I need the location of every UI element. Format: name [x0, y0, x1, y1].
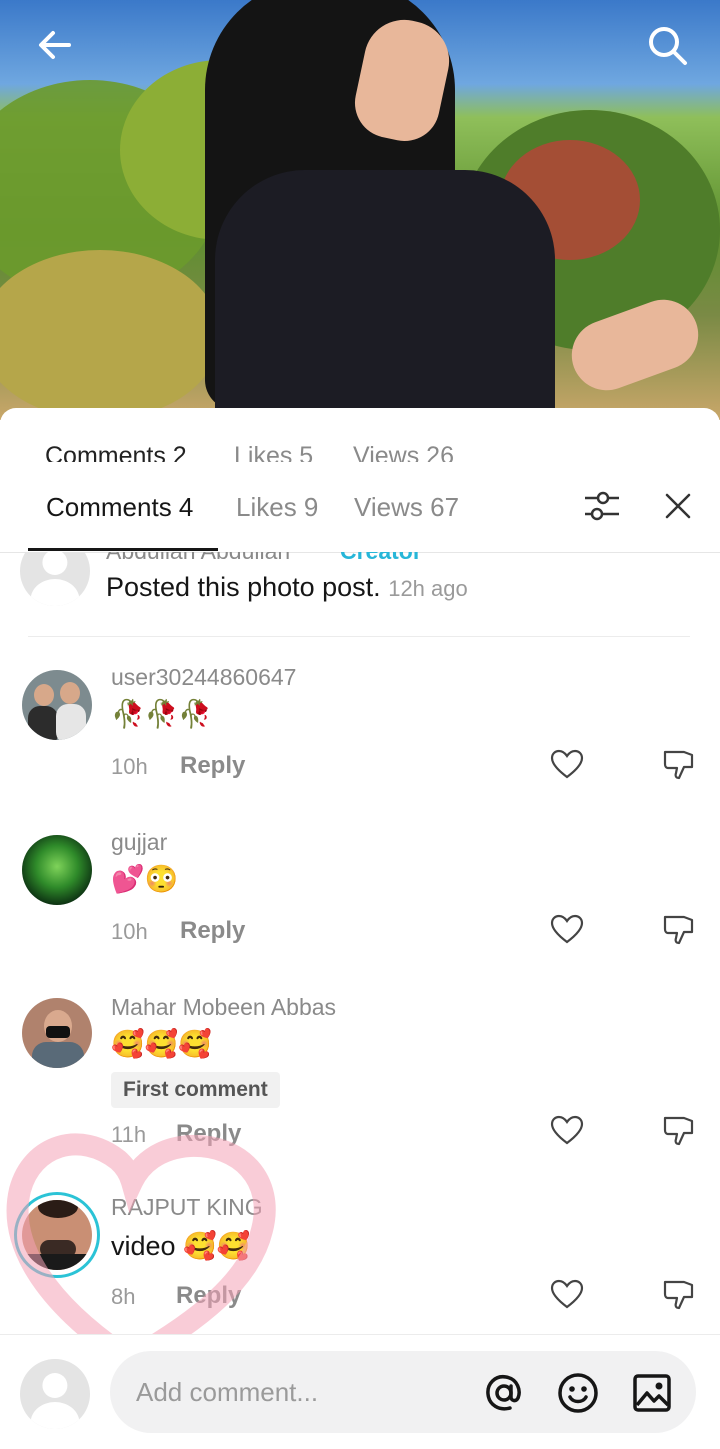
comment-username[interactable]: gujjar [111, 829, 167, 856]
comment-time: 10h [111, 754, 148, 779]
reply-button[interactable]: Reply [176, 1120, 241, 1148]
thumbs-down-icon [663, 1280, 694, 1310]
search-button[interactable] [642, 20, 692, 70]
stale-tabs-remnant: Comments 2 Likes 5 Views 26 [0, 432, 720, 462]
active-tab-indicator [28, 548, 218, 551]
tab-views[interactable]: Views 67 [354, 492, 459, 523]
reply-button[interactable]: Reply [180, 752, 245, 780]
close-button[interactable] [658, 486, 698, 526]
comment-input-placeholder: Add comment... [136, 1377, 319, 1407]
comment-text: 🥀🥀🥀 [111, 699, 212, 729]
comment-text: video 🥰🥰 [111, 1231, 251, 1261]
search-icon [649, 27, 687, 65]
comment-time: 11h [111, 1122, 147, 1147]
ghost-tab-views: Views 26 [353, 442, 454, 462]
close-icon [665, 493, 691, 519]
filter-sliders-icon [585, 491, 619, 521]
comment-item: user30244860647 🥀🥀🥀 10h Reply [0, 660, 720, 810]
comment-username[interactable]: RAJPUT KING [111, 1194, 263, 1221]
thumbs-down-icon [663, 1116, 694, 1146]
thumbs-down-icon [663, 750, 694, 780]
filter-button[interactable] [582, 486, 622, 526]
creator-name[interactable]: Abdullah Abdullah [106, 552, 290, 565]
mention-button[interactable] [482, 1371, 526, 1415]
avatar[interactable] [22, 998, 92, 1068]
comment-time: 10h [111, 919, 148, 944]
heart-icon [550, 749, 584, 779]
like-button[interactable] [547, 744, 587, 784]
at-icon [486, 1374, 521, 1411]
avatar[interactable] [22, 835, 92, 905]
dislike-button[interactable] [659, 1274, 699, 1314]
emoji-icon [558, 1373, 598, 1413]
ghost-tab-comments: Comments 2 [45, 442, 187, 462]
creator-label: Creator [340, 552, 422, 565]
comment-input[interactable]: Add comment... [110, 1351, 696, 1433]
heart-icon [550, 1115, 584, 1145]
image-icon [633, 1374, 671, 1412]
divider [28, 636, 690, 637]
avatar [20, 1359, 90, 1429]
person-dress [215, 170, 555, 420]
comment-item: gujjar 💕😳 10h Reply [0, 825, 720, 975]
comment-item: Mahar Mobeen Abbas 🥰🥰🥰 First comment 11h… [0, 990, 720, 1160]
reply-button[interactable]: Reply [180, 917, 245, 945]
heart-icon [550, 1279, 584, 1309]
avatar[interactable] [22, 670, 92, 740]
creator-post: Abdullah Abdullah Creator Posted this ph… [0, 552, 720, 642]
comment-username[interactable]: user30244860647 [111, 664, 296, 691]
arrow-left-icon [39, 31, 71, 59]
post-text: Posted this photo post. [106, 572, 381, 602]
comment-text: 🥰🥰🥰 [111, 1029, 212, 1059]
dislike-button[interactable] [659, 1110, 699, 1150]
back-button[interactable] [30, 20, 80, 70]
post-photo [0, 0, 720, 420]
avatar[interactable] [20, 552, 90, 606]
comment-composer: Add comment... [0, 1334, 720, 1449]
thumbs-down-icon [663, 915, 694, 945]
emoji-button[interactable] [556, 1371, 600, 1415]
post-time: 12h ago [388, 576, 468, 601]
comment-tabs: Comments 4 Likes 9 Views 67 [0, 462, 720, 553]
like-button[interactable] [547, 909, 587, 949]
creator-post-text: Posted this photo post. 12h ago [106, 572, 468, 603]
comment-username[interactable]: Mahar Mobeen Abbas [111, 994, 336, 1021]
like-button[interactable] [547, 1110, 587, 1150]
image-button[interactable] [630, 1371, 674, 1415]
reply-button[interactable]: Reply [176, 1282, 241, 1310]
comment-text: 💕😳 [111, 864, 179, 894]
foliage [0, 250, 220, 420]
dislike-button[interactable] [659, 744, 699, 784]
avatar[interactable] [14, 1192, 100, 1278]
like-button[interactable] [547, 1274, 587, 1314]
ghost-tab-likes: Likes 5 [234, 442, 314, 462]
comment-item: RAJPUT KING video 🥰🥰 8h Reply [0, 1190, 720, 1330]
tab-comments[interactable]: Comments 4 [46, 492, 193, 523]
comment-time: 8h [111, 1284, 136, 1309]
dislike-button[interactable] [659, 909, 699, 949]
first-comment-badge: First comment [111, 1072, 280, 1108]
tab-likes[interactable]: Likes 9 [236, 492, 318, 523]
heart-icon [550, 914, 584, 944]
